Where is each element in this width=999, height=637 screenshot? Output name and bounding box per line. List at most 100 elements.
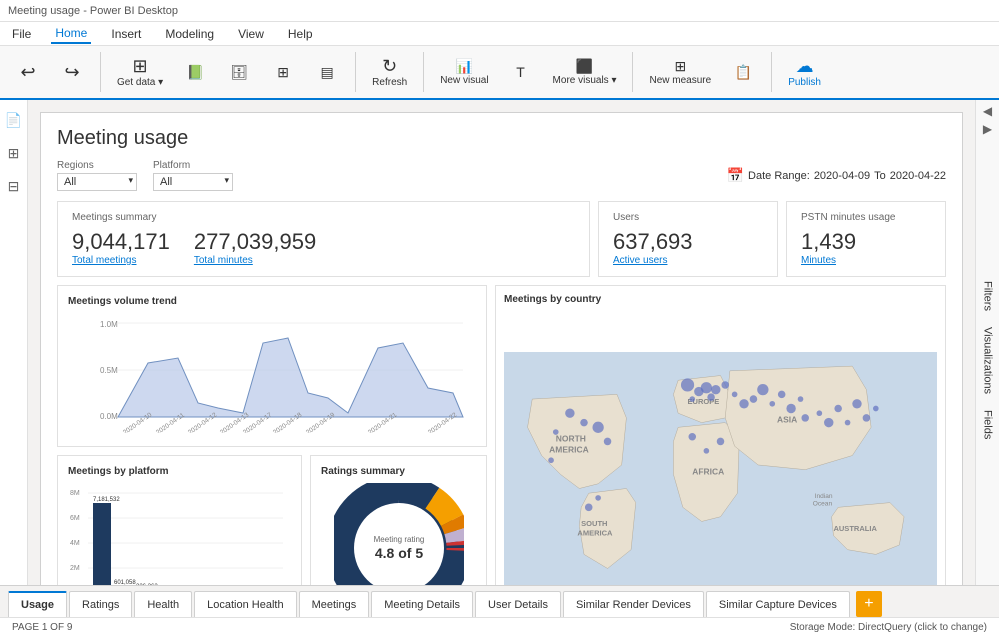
date-range: 📅 Date Range: 2020-04-09 To 2020-04-22 — [727, 167, 946, 184]
refresh-button[interactable]: ↻ Refresh — [364, 53, 415, 92]
excel-button[interactable]: 📗 — [175, 61, 215, 83]
publish-label: Publish — [788, 77, 821, 88]
svg-text:7,181,532: 7,181,532 — [93, 497, 120, 503]
manage-roles-button[interactable]: 📋 — [723, 61, 763, 83]
page-info: PAGE 1 OF 9 — [12, 622, 72, 633]
more-visuals-button[interactable]: ⬛ More visuals ▾ — [545, 55, 625, 90]
sep2 — [355, 52, 356, 92]
platform-select-wrapper[interactable]: All — [153, 173, 233, 191]
text-box-button[interactable]: T — [501, 61, 541, 83]
manage-roles-icon: 📋 — [734, 65, 751, 79]
publish-button[interactable]: ☁ Publish — [780, 53, 829, 92]
collapse-right-icon[interactable]: ◀ — [983, 104, 992, 118]
volume-trend-chart: Meetings volume trend 1.0M 0.5M 0.0M — [57, 285, 487, 447]
svg-text:Ocean: Ocean — [813, 500, 833, 507]
status-bar: PAGE 1 OF 9 Storage Mode: DirectQuery (c… — [0, 617, 999, 637]
svg-text:SOUTH: SOUTH — [581, 519, 607, 528]
date-to: 2020-04-22 — [890, 170, 946, 182]
donut-wrapper: Meeting rating 4.8 of 5 5 stars — [321, 483, 476, 585]
sep1 — [100, 52, 101, 92]
right-sidebar: ◀ ▶ Filters Visualizations Fields — [975, 100, 999, 585]
donut-svg: Meeting rating 4.8 of 5 — [334, 483, 464, 585]
svg-text:4.8 of 5: 4.8 of 5 — [374, 545, 422, 561]
text-box-icon: T — [516, 65, 525, 79]
world-map-svg: NORTH AMERICA SOUTH AMERICA EUROPE AFRIC… — [504, 311, 937, 585]
redo-button[interactable]: ↪ — [52, 59, 92, 85]
svg-text:Meeting rating: Meeting rating — [373, 535, 424, 544]
enter-data-icon: ⊞ — [277, 65, 289, 79]
platform-svg: 8M 6M 4M 2M 0M — [68, 483, 288, 585]
regions-label: Regions — [57, 160, 137, 171]
get-data-button[interactable]: ⊞ Get data ▾ — [109, 53, 171, 92]
new-visual-icon: 📊 — [456, 59, 473, 73]
total-minutes-value: 277,039,959 — [194, 229, 316, 255]
menu-view[interactable]: View — [234, 25, 268, 43]
visualizations-sidebar-label[interactable]: Visualizations — [980, 323, 996, 398]
total-meetings-value: 9,044,171 — [72, 229, 170, 255]
menu-file[interactable]: File — [8, 25, 35, 43]
get-data-icon: ⊞ — [133, 57, 148, 75]
cards-row: Meetings summary 9,044,171 Total meeting… — [57, 201, 946, 277]
tab-bar: Usage Ratings Health Location Health Mee… — [0, 585, 999, 617]
main-layout: 📄 ⊞ ⊟ Meeting usage Regions All — [0, 100, 999, 585]
regions-filter: Regions All — [57, 160, 137, 191]
refresh-label: Refresh — [372, 77, 407, 88]
tab-similar-capture-devices[interactable]: Similar Capture Devices — [706, 591, 850, 617]
total-meetings-label[interactable]: Total meetings — [72, 255, 170, 266]
svg-text:0.5M: 0.5M — [100, 366, 118, 375]
undo-button[interactable]: ↩ — [8, 59, 48, 85]
svg-text:6M: 6M — [70, 515, 80, 522]
regions-select[interactable]: All — [57, 173, 137, 191]
model-view-icon[interactable]: ⊟ — [4, 174, 24, 199]
tab-health[interactable]: Health — [134, 591, 192, 617]
left-charts: Meetings volume trend 1.0M 0.5M 0.0M — [57, 285, 487, 585]
svg-text:8M: 8M — [70, 490, 80, 497]
platform-label: Platform — [153, 160, 233, 171]
active-users-metric: 637,693 Active users — [613, 229, 763, 266]
title-bar: Meeting usage - Power BI Desktop — [0, 0, 999, 22]
expand-right-icon[interactable]: ▶ — [983, 122, 992, 136]
menu-home[interactable]: Home — [51, 24, 91, 44]
menu-help[interactable]: Help — [284, 25, 317, 43]
date-from: 2020-04-09 — [814, 170, 870, 182]
dataflow-button[interactable]: ▤ — [307, 61, 347, 83]
svg-text:AFRICA: AFRICA — [692, 466, 724, 476]
sql-icon: 🗄 — [230, 65, 248, 79]
bar-windows[interactable] — [93, 503, 111, 585]
total-minutes-label[interactable]: Total minutes — [194, 255, 316, 266]
tab-ratings[interactable]: Ratings — [69, 591, 132, 617]
filters-sidebar-label[interactable]: Filters — [980, 277, 996, 315]
tab-meeting-details[interactable]: Meeting Details — [371, 591, 473, 617]
svg-text:AUSTRALIA: AUSTRALIA — [833, 524, 877, 533]
platform-chart: Meetings by platform 8M 6M 4M 2M 0M — [57, 455, 302, 585]
pstn-minutes-value: 1,439 — [801, 229, 931, 255]
menu-modeling[interactable]: Modeling — [161, 25, 218, 43]
enter-data-button[interactable]: ⊞ — [263, 61, 303, 83]
tab-similar-render-devices[interactable]: Similar Render Devices — [563, 591, 704, 617]
platform-chart-title: Meetings by platform — [68, 466, 291, 477]
redo-icon: ↪ — [64, 63, 79, 81]
menu-insert[interactable]: Insert — [107, 25, 145, 43]
tab-usage[interactable]: Usage — [8, 591, 67, 617]
tab-user-details[interactable]: User Details — [475, 591, 561, 617]
tab-location-health[interactable]: Location Health — [194, 591, 296, 617]
sql-button[interactable]: 🗄 — [219, 61, 259, 83]
regions-select-wrapper[interactable]: All — [57, 173, 137, 191]
storage-mode[interactable]: Storage Mode: DirectQuery (click to chan… — [790, 622, 987, 633]
tab-meetings[interactable]: Meetings — [299, 591, 370, 617]
total-meetings-metric: 9,044,171 Total meetings — [72, 229, 170, 266]
new-measure-button[interactable]: ⊞ New measure — [641, 55, 719, 90]
tab-add-button[interactable]: + — [856, 591, 882, 617]
new-visual-label: New visual — [440, 75, 488, 86]
map-chart-title: Meetings by country — [504, 294, 937, 305]
more-visuals-icon: ⬛ — [576, 59, 593, 73]
svg-text:NORTH: NORTH — [556, 433, 586, 443]
report-view-icon[interactable]: 📄 — [1, 108, 26, 133]
platform-filter: Platform All — [153, 160, 233, 191]
svg-text:AMERICA: AMERICA — [549, 445, 589, 455]
new-visual-button[interactable]: 📊 New visual — [432, 55, 496, 90]
active-users-label[interactable]: Active users — [613, 255, 763, 266]
fields-sidebar-label[interactable]: Fields — [980, 406, 996, 443]
data-view-icon[interactable]: ⊞ — [4, 141, 24, 166]
platform-select[interactable]: All — [153, 173, 233, 191]
